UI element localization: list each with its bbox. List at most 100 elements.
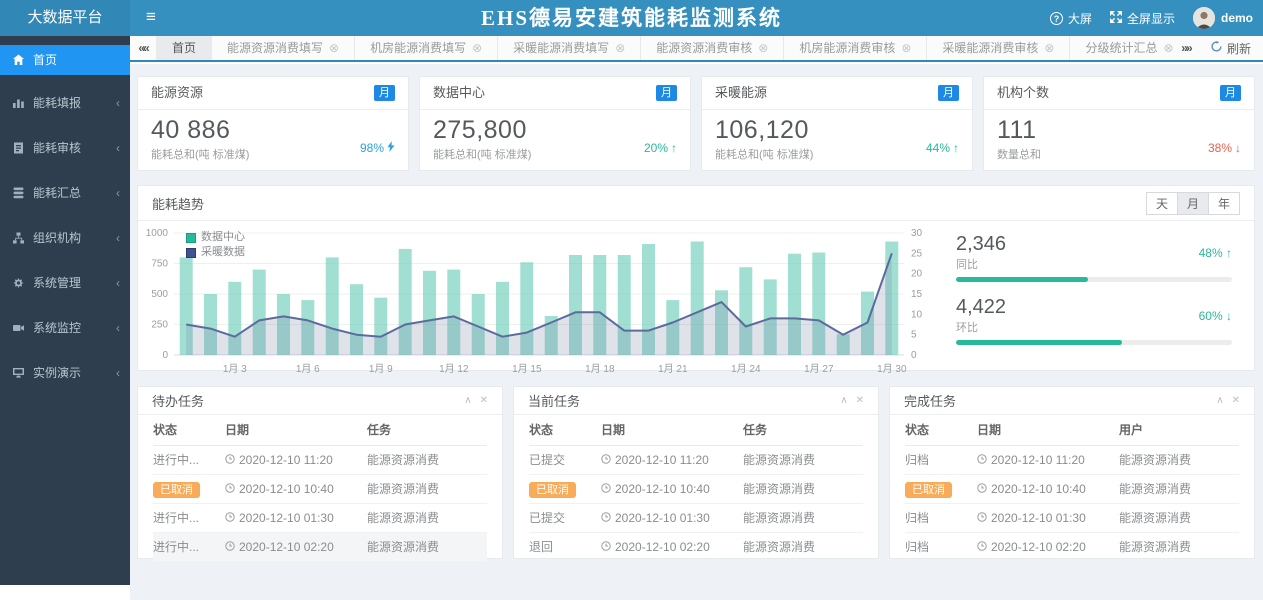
- sidebar-toggle-icon[interactable]: ≡: [130, 0, 172, 36]
- table-row[interactable]: 进行中... 2020-12-10 11:20 能源资源消费: [153, 445, 487, 474]
- close-icon[interactable]: ✕: [1232, 395, 1240, 406]
- current-tasks-table: 状态 日期 任务 已提交 2020-12-10 11:20 能源资源消费 已取消…: [529, 415, 863, 562]
- legend-swatch-navy: [186, 248, 196, 258]
- table-row[interactable]: 归档 2020-12-10 01:30 能源资源消费: [905, 503, 1239, 532]
- sidebar-item-label: 能耗审核: [33, 133, 81, 163]
- sidebar-item-system-monitor[interactable]: 系统监控 ‹: [0, 313, 130, 343]
- tab-level-summary[interactable]: 分级统计汇总⊗: [1070, 36, 1173, 60]
- close-icon[interactable]: ⊗: [1044, 42, 1054, 54]
- svg-text:1月 30: 1月 30: [877, 363, 907, 375]
- stat-percent: 98%: [360, 141, 384, 155]
- month-badge[interactable]: 月: [938, 85, 959, 101]
- close-icon[interactable]: ⊗: [329, 42, 339, 54]
- close-icon[interactable]: ✕: [856, 395, 864, 406]
- tab-bar: «« 首页 能源资源消费填写⊗ 机房能源消费填写⊗ 采暖能源消费填写⊗ 能源资源…: [130, 36, 1263, 62]
- sidebar-item-demo[interactable]: 实例演示 ‹: [0, 358, 130, 388]
- refresh-label: 刷新: [1227, 40, 1251, 57]
- chevron-left-icon: ‹: [116, 178, 120, 208]
- clock-icon: [601, 453, 611, 467]
- sidebar-item-energy-audit[interactable]: 能耗审核 ‹: [0, 133, 130, 163]
- todo-tasks-table: 状态 日期 任务 进行中... 2020-12-10 11:20 能源资源消费 …: [153, 415, 487, 562]
- yoy-value: 2,346: [956, 233, 1232, 256]
- sidebar-item-system-admin[interactable]: 系统管理 ‹: [0, 268, 130, 298]
- clock-icon: [225, 482, 235, 496]
- svg-text:10: 10: [911, 309, 923, 320]
- table-row[interactable]: 归档 2020-12-10 11:20 能源资源消费: [905, 445, 1239, 474]
- close-icon[interactable]: ⊗: [615, 42, 625, 54]
- svg-text:500: 500: [151, 289, 168, 300]
- tab-energy-resource-audit[interactable]: 能源资源消费审核⊗: [641, 36, 784, 60]
- collapse-icon[interactable]: ∧: [464, 395, 471, 406]
- range-month-button[interactable]: 月: [1177, 192, 1209, 215]
- svg-text:1月 12: 1月 12: [439, 363, 469, 375]
- range-day-button[interactable]: 天: [1146, 192, 1178, 215]
- legend-label: 数据中心: [201, 230, 245, 245]
- yoy-block: 2,346 同比 48% ↑: [956, 233, 1232, 282]
- stat-percent: 20%: [644, 141, 668, 155]
- panel-title: 当前任务: [528, 391, 580, 410]
- svg-text:1月 27: 1月 27: [804, 363, 834, 375]
- trend-up-icon: ↑: [953, 141, 959, 155]
- panel-title: 完成任务: [904, 391, 956, 410]
- sidebar: 首页 能耗填报 ‹ 能耗审核 ‹ 能耗汇总 ‹ 组织机构 ‹ 系统管理 ‹: [0, 36, 130, 585]
- month-badge[interactable]: 月: [1220, 85, 1241, 101]
- mom-progress-fill: [956, 340, 1122, 345]
- close-icon[interactable]: ⊗: [472, 42, 482, 54]
- tab-heating-fill[interactable]: 采暖能源消费填写⊗: [498, 36, 641, 60]
- month-badge[interactable]: 月: [656, 85, 677, 101]
- chevron-left-icon: ‹: [116, 358, 120, 388]
- collapse-icon[interactable]: ∧: [840, 395, 847, 406]
- stat-card-org-count: 机构个数 月 111 数量总和 38% ↓: [983, 76, 1255, 171]
- user-menu[interactable]: demo: [1193, 7, 1253, 29]
- range-year-button[interactable]: 年: [1208, 192, 1240, 215]
- trend-up-icon: ↑: [1226, 246, 1232, 260]
- clock-icon: [977, 511, 987, 525]
- refresh-icon: [1211, 41, 1222, 55]
- close-icon[interactable]: ⊗: [901, 42, 911, 54]
- tabs-scroll-right-icon[interactable]: »»: [1173, 36, 1199, 60]
- tab-energy-resource-fill[interactable]: 能源资源消费填写⊗: [212, 36, 355, 60]
- table-row[interactable]: 已取消 2020-12-10 10:40 能源资源消费: [529, 474, 863, 503]
- svg-text:750: 750: [151, 259, 168, 270]
- sidebar-item-organization[interactable]: 组织机构 ‹: [0, 223, 130, 253]
- clock-icon: [601, 540, 611, 554]
- task-panels-row: 待办任务 ∧✕ 状态 日期 任务 进行中... 2020-12-10 11:20…: [137, 386, 1255, 559]
- completed-tasks-table: 状态 日期 用户 归档 2020-12-10 11:20 能源资源消费 已取消 …: [905, 415, 1239, 562]
- tab-heating-audit[interactable]: 采暖能源消费审核⊗: [927, 36, 1070, 60]
- table-row[interactable]: 退回 2020-12-10 02:20 能源资源消费: [529, 532, 863, 561]
- table-row[interactable]: 已提交 2020-12-10 01:30 能源资源消费: [529, 503, 863, 532]
- table-row[interactable]: 进行中... 2020-12-10 01:30 能源资源消费: [153, 503, 487, 532]
- app-logo[interactable]: 大数据平台: [0, 0, 130, 36]
- table-row[interactable]: 归档 2020-12-10 02:20 能源资源消费: [905, 532, 1239, 561]
- close-icon[interactable]: ✕: [480, 395, 488, 406]
- close-icon[interactable]: ⊗: [758, 42, 768, 54]
- table-row[interactable]: 已取消 2020-12-10 10:40 能源资源消费: [153, 474, 487, 503]
- card-title: 机构个数: [997, 77, 1049, 109]
- refresh-button[interactable]: 刷新: [1199, 40, 1263, 57]
- clock-icon: [225, 453, 235, 467]
- tab-server-room-audit[interactable]: 机房能源消费审核⊗: [784, 36, 927, 60]
- close-icon[interactable]: ⊗: [1164, 42, 1173, 54]
- table-row[interactable]: 已提交 2020-12-10 11:20 能源资源消费: [529, 445, 863, 474]
- fullscreen-button[interactable]: 全屏显示: [1110, 10, 1175, 27]
- clock-icon: [977, 482, 987, 496]
- tabs-scroll-left-icon[interactable]: ««: [130, 36, 156, 60]
- current-tasks-panel: 当前任务 ∧ ✕ 状态 日期 任务 已提交 2020-12-10 11:20 能源…: [513, 386, 879, 559]
- svg-text:15: 15: [911, 289, 923, 300]
- collapse-icon[interactable]: ∧: [1216, 395, 1223, 406]
- table-row[interactable]: 已取消 2020-12-10 10:40 能源资源消费: [905, 474, 1239, 503]
- big-screen-link[interactable]: ? 大屏: [1050, 10, 1092, 27]
- stat-card-heating: 采暖能源 月 106,120 能耗总和(吨 标准煤) 44% ↑: [701, 76, 973, 171]
- sidebar-item-energy-report[interactable]: 能耗填报 ‹: [0, 88, 130, 118]
- sidebar-item-home[interactable]: 首页: [0, 45, 130, 75]
- table-row[interactable]: 进行中... 2020-12-10 02:20 能源资源消费: [153, 532, 487, 561]
- tab-server-room-fill[interactable]: 机房能源消费填写⊗: [355, 36, 498, 60]
- expand-arrows-icon: [1110, 11, 1122, 26]
- sidebar-item-energy-summary[interactable]: 能耗汇总 ‹: [0, 178, 130, 208]
- stat-value: 106,120: [715, 116, 959, 145]
- tab-home[interactable]: 首页: [156, 36, 212, 60]
- month-badge[interactable]: 月: [374, 85, 395, 101]
- svg-text:1月 15: 1月 15: [512, 363, 542, 375]
- sidebar-item-label: 能耗汇总: [33, 178, 81, 208]
- stat-label: 数量总和: [997, 146, 1241, 162]
